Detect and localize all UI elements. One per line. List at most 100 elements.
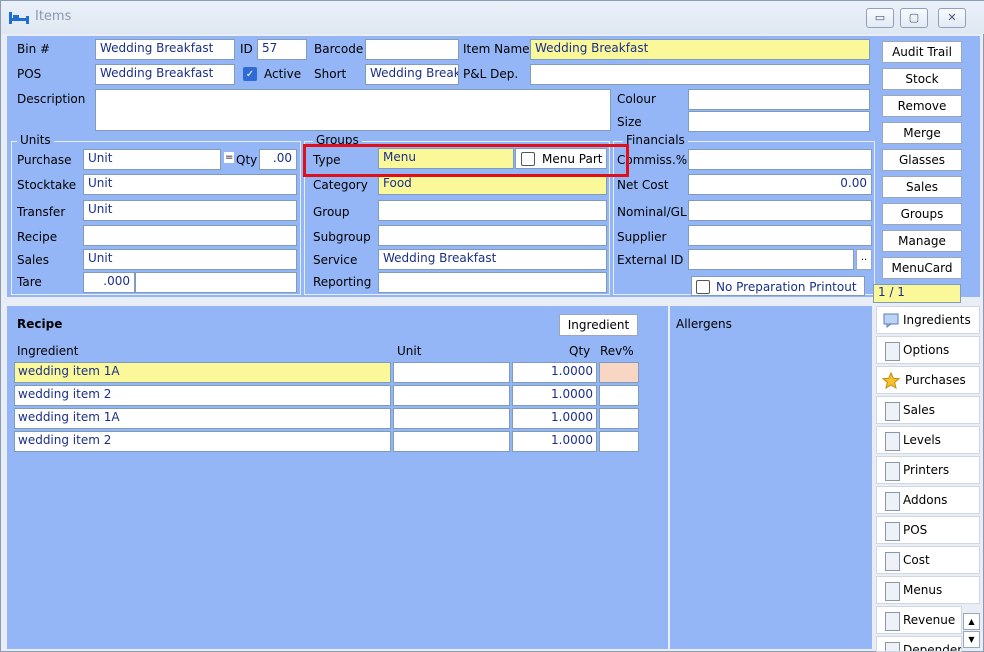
table-row-qty[interactable]: 1.0000 [512,431,597,452]
tab-levels[interactable]: Levels [876,426,980,454]
table-row-ingredient[interactable]: wedding item 2 [14,385,391,406]
tab-options[interactable]: Options [876,336,980,364]
qty-label: Qty [236,153,258,167]
subgroup-label: Subgroup [313,230,371,244]
audit-trail-button[interactable]: Audit Trail [882,41,962,63]
tare-extra-field[interactable] [135,272,297,293]
page-icon [885,642,900,651]
table-row-unit[interactable] [393,362,510,383]
scroll-up-button[interactable]: ▲ [963,613,980,630]
page-icon [885,552,900,571]
tab-cost[interactable]: Cost [876,546,980,574]
bin-field[interactable]: Wedding Breakfast [95,39,235,60]
table-row-rev[interactable] [599,385,639,406]
tab-ingredients[interactable]: Ingredients [876,306,980,334]
pos-field[interactable]: Wedding Breakfast [95,64,235,85]
maximize-button[interactable]: ▢ [900,8,928,28]
purchase-qty-field[interactable]: .00 [259,149,297,170]
sales-button[interactable]: Sales [882,176,962,198]
sales-unit-field[interactable]: Unit [83,249,297,270]
transfer-label: Transfer [17,205,66,219]
size-field[interactable] [688,111,870,132]
recipe-label: Recipe [17,230,58,244]
commiss-field[interactable] [688,149,872,170]
table-row-rev[interactable] [599,362,639,383]
tab-label: Levels [903,433,941,447]
tab-revenue[interactable]: Revenue [876,606,962,634]
table-row-qty[interactable]: 1.0000 [512,385,597,406]
no-prep-checkbox[interactable] [696,280,710,294]
table-row-ingredient[interactable]: wedding item 1A [14,408,391,429]
tab-dependencies[interactable]: Dependen [876,636,962,652]
scroll-down-button[interactable]: ▼ [963,631,980,648]
table-row-qty[interactable]: 1.0000 [512,408,597,429]
tab-addons[interactable]: Addons [876,486,980,514]
glasses-button[interactable]: Glasses [882,149,962,171]
ingredient-button[interactable]: Ingredient [559,314,638,336]
page-icon [885,432,900,451]
tab-label: Options [903,343,950,357]
manage-button[interactable]: Manage [882,230,962,252]
external-id-lookup-button[interactable]: .. [856,249,872,270]
tare-field[interactable]: .000 [83,272,135,293]
allergens-panel [670,306,872,649]
highlight-annotation [303,144,629,177]
nominal-field[interactable] [688,200,872,221]
page-icon [885,342,900,361]
tab-label: Dependen [903,643,962,652]
reporting-field[interactable] [378,272,607,293]
category-field[interactable]: Food [378,174,607,195]
minimize-button[interactable]: ▭ [866,8,894,28]
tab-pos[interactable]: POS [876,516,980,544]
id-label: ID [240,42,253,56]
net-cost-field[interactable]: 0.00 [688,174,872,195]
tab-label: Printers [903,463,950,477]
table-row-unit[interactable] [393,431,510,452]
table-row-rev[interactable] [599,408,639,429]
active-checkbox[interactable]: ✓ [243,67,257,81]
barcode-field[interactable] [365,39,459,60]
table-row-rev[interactable] [599,431,639,452]
stocktake-unit-field[interactable]: Unit [83,174,297,195]
merge-button[interactable]: Merge [882,122,962,144]
subgroup-field[interactable] [378,225,607,246]
menucard-button[interactable]: MenuCard [882,257,962,279]
tab-printers[interactable]: Printers [876,456,980,484]
description-field[interactable] [95,89,611,131]
tab-label: Sales [903,403,935,417]
table-row-qty[interactable]: 1.0000 [512,362,597,383]
page-icon [885,522,900,541]
id-field[interactable]: 57 [257,39,307,60]
purchase-unit-field[interactable]: Unit [83,149,221,170]
item-name-label: Item Name [463,42,530,56]
close-button[interactable]: ✕ [938,8,966,28]
page-icon [885,492,900,511]
barcode-label: Barcode [314,42,364,56]
supplier-field[interactable] [688,225,872,246]
short-field[interactable]: Wedding Break [365,64,459,85]
group-field[interactable] [378,200,607,221]
units-group-title: Units [17,133,54,147]
tab-label: Revenue [903,613,956,627]
recipe-unit-field[interactable] [83,225,297,246]
tab-menus[interactable]: Menus [876,576,980,604]
tab-sales[interactable]: Sales [876,396,980,424]
remove-button[interactable]: Remove [882,95,962,117]
tab-purchases[interactable]: Purchases [876,366,980,394]
service-field[interactable]: Wedding Breakfast [378,249,607,270]
table-row-ingredient[interactable]: wedding item 1A [14,362,391,383]
groups-button[interactable]: Groups [882,203,962,225]
table-row-unit[interactable] [393,408,510,429]
speech-bubble-icon [883,313,899,328]
col-ingredient: Ingredient [17,344,79,358]
window-title: Items [35,9,72,24]
tab-label: Addons [903,493,948,507]
colour-field[interactable] [688,89,870,110]
item-name-field[interactable]: Wedding Breakfast [530,39,870,60]
table-row-ingredient[interactable]: wedding item 2 [14,431,391,452]
transfer-unit-field[interactable]: Unit [83,200,297,221]
stock-button[interactable]: Stock [882,68,962,90]
table-row-unit[interactable] [393,385,510,406]
external-id-field[interactable] [688,249,854,270]
pl-dep-field[interactable] [530,64,870,85]
